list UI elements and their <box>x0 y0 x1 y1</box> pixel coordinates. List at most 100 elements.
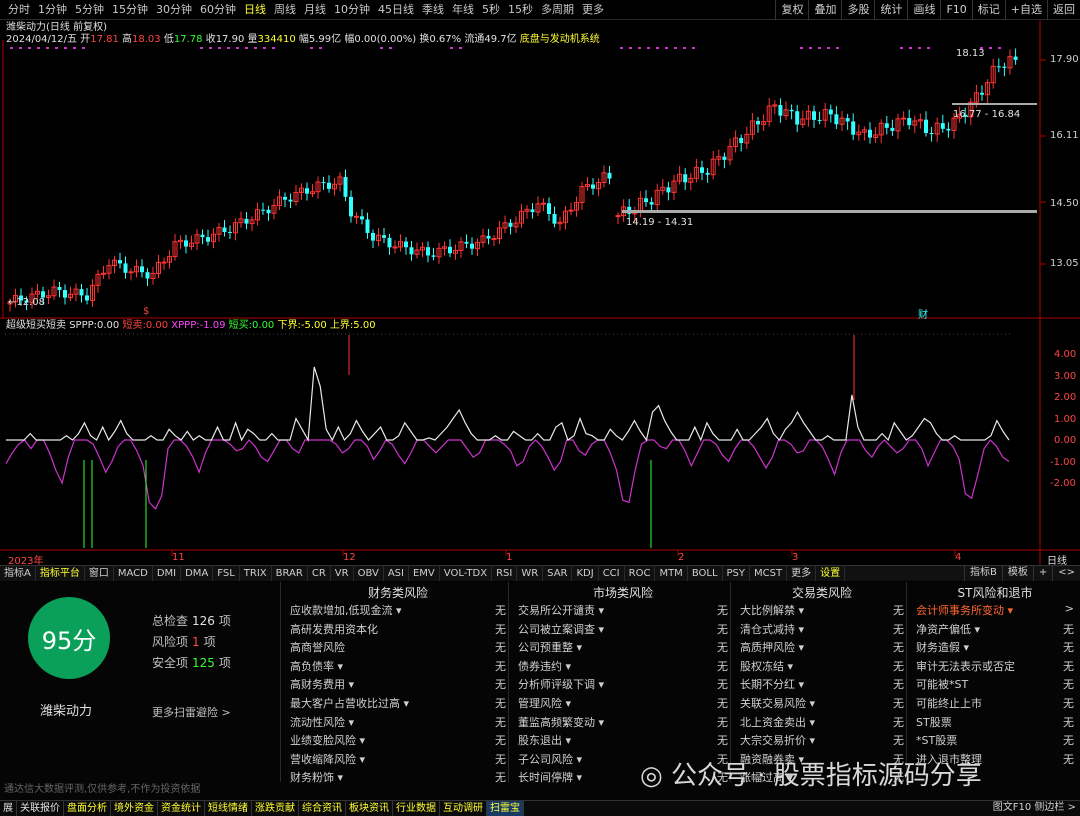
indicator-tab[interactable]: WR <box>517 566 544 581</box>
risk-item[interactable]: 清仓式减持 ▾ 无 <box>740 621 904 639</box>
toolbar-button[interactable]: 标记 <box>971 0 1005 20</box>
period-tab[interactable]: 5分钟 <box>71 0 108 20</box>
risk-item[interactable]: 高负债率 ▾ 无 <box>290 658 506 676</box>
toolbar-button[interactable]: 叠加 <box>808 0 841 20</box>
risk-item[interactable]: 财务造假 ▾ 无 <box>916 639 1074 657</box>
indicator-tab[interactable]: CCI <box>599 566 625 581</box>
risk-item[interactable]: 董监高频繁变动 ▾ 无 <box>518 714 728 732</box>
bottom-tab[interactable]: 行业数据 <box>393 801 440 816</box>
indicator-tab[interactable]: MACD <box>114 566 153 581</box>
risk-item[interactable]: 审计无法表示或否定 无 <box>916 658 1074 676</box>
indicator-tab[interactable]: ASI <box>384 566 409 581</box>
indicator-tab-right[interactable]: + <box>1032 565 1052 581</box>
toolbar-button[interactable]: 复权 <box>775 0 808 20</box>
bottom-tab[interactable]: 境外资金 <box>111 801 158 816</box>
period-tab[interactable]: 60分钟 <box>196 0 240 20</box>
bottom-right-info[interactable]: 图文F10 侧边栏 > <box>989 800 1080 816</box>
period-tab[interactable]: 分时 <box>4 0 34 20</box>
indicator-tab[interactable]: PSY <box>723 566 751 581</box>
risk-item[interactable]: 应收款增加,低现金流 ▾ 无 <box>290 602 506 620</box>
toolbar-button[interactable]: 统计 <box>874 0 907 20</box>
indicator-tab[interactable]: VOL-TDX <box>440 566 493 581</box>
risk-item[interactable]: ST股票 无 <box>916 714 1074 732</box>
period-tab[interactable]: 周线 <box>270 0 300 20</box>
event-marker[interactable]: 财 <box>918 306 928 321</box>
indicator-tab[interactable]: 更多 <box>787 566 817 581</box>
indicator-tab[interactable]: 指标平台 <box>36 566 85 581</box>
sector-label[interactable]: 底盘与发动机系统 <box>520 34 600 45</box>
bottom-tab[interactable]: 互动调研 <box>440 801 487 816</box>
risk-item[interactable]: 高质押风险 ▾ 无 <box>740 639 904 657</box>
indicator-tab[interactable]: BRAR <box>272 566 308 581</box>
indicator-tab[interactable]: VR <box>331 566 354 581</box>
period-tab[interactable]: 日线 <box>240 0 270 20</box>
indicator-name[interactable]: 超级短买短卖 <box>6 320 66 331</box>
indicator-tab[interactable]: KDJ <box>572 566 599 581</box>
risk-item[interactable]: 关联交易风险 ▾ 无 <box>740 695 904 713</box>
toolbar-button[interactable]: 多股 <box>841 0 874 20</box>
period-tab[interactable]: 15秒 <box>504 0 537 20</box>
risk-item[interactable]: 公司预重整 ▾ 无 <box>518 639 728 657</box>
risk-item[interactable]: 流动性风险 ▾ 无 <box>290 714 506 732</box>
indicator-tab-right[interactable]: 模板 <box>1001 565 1033 581</box>
risk-item[interactable]: 分析师评级下调 ▾ 无 <box>518 676 728 694</box>
risk-item[interactable]: 可能被*ST 无 <box>916 676 1074 694</box>
risk-item[interactable]: 管理风险 ▾ 无 <box>518 695 728 713</box>
period-tab[interactable]: 45日线 <box>374 0 418 20</box>
bottom-tab[interactable]: 展 <box>0 801 17 816</box>
risk-item[interactable]: 高研发费用资本化 无 <box>290 621 506 639</box>
risk-item[interactable]: 股东退出 ▾ 无 <box>518 732 728 750</box>
period-tab[interactable]: 季线 <box>418 0 448 20</box>
period-tab[interactable]: 1分钟 <box>34 0 71 20</box>
risk-item[interactable]: *ST股票 无 <box>916 732 1074 750</box>
bottom-tab[interactable]: 盘面分析 <box>64 801 111 816</box>
period-tab[interactable]: 15分钟 <box>108 0 152 20</box>
indicator-tab-right[interactable]: <> <box>1052 565 1080 581</box>
bottom-tab[interactable]: 资金统计 <box>158 801 205 816</box>
indicator-tab[interactable]: 设置 <box>816 566 846 581</box>
indicator-tab[interactable]: SAR <box>543 566 573 581</box>
risk-item[interactable]: 最大客户占营收比过高 ▾ 无 <box>290 695 506 713</box>
indicator-tab[interactable]: FSL <box>213 566 240 581</box>
period-tab[interactable]: 30分钟 <box>152 0 196 20</box>
risk-item[interactable]: 交易所公开谴责 ▾ 无 <box>518 602 728 620</box>
risk-item[interactable]: 大比例解禁 ▾ 无 <box>740 602 904 620</box>
bottom-tab[interactable]: 扫雷宝 <box>487 801 524 816</box>
bottom-tab[interactable]: 综合资讯 <box>299 801 346 816</box>
bottom-tab[interactable]: 涨跌贡献 <box>252 801 299 816</box>
risk-item[interactable]: 高商誉风险 无 <box>290 639 506 657</box>
more-scan-link[interactable]: 更多扫雷避险 > <box>152 704 231 720</box>
period-tab[interactable]: 月线 <box>300 0 330 20</box>
risk-item[interactable]: 财务粉饰 ▾ 无 <box>290 769 506 787</box>
bottom-tab[interactable]: 短线情绪 <box>205 801 252 816</box>
risk-item[interactable]: 营收缩降风险 ▾ 无 <box>290 751 506 769</box>
risk-item[interactable]: 股权冻结 ▾ 无 <box>740 658 904 676</box>
risk-item[interactable]: 高财务费用 ▾ 无 <box>290 676 506 694</box>
risk-item[interactable]: 北上资金卖出 ▾ 无 <box>740 714 904 732</box>
risk-item[interactable]: 大宗交易折价 ▾ 无 <box>740 732 904 750</box>
risk-item[interactable]: 长期不分红 ▾ 无 <box>740 676 904 694</box>
indicator-tab[interactable]: ROC <box>625 566 656 581</box>
indicator-tab[interactable]: TRIX <box>240 566 272 581</box>
risk-item[interactable]: 可能终止上市 无 <box>916 695 1074 713</box>
indicator-tab[interactable]: OBV <box>354 566 384 581</box>
indicator-tab[interactable]: 指标A <box>0 566 36 581</box>
bottom-tab[interactable]: 板块资讯 <box>346 801 393 816</box>
indicator-tab[interactable]: CR <box>308 566 331 581</box>
chart-canvas[interactable] <box>0 20 1080 565</box>
period-tab[interactable]: 更多 <box>578 0 608 20</box>
risk-item[interactable]: 债券违约 ▾ 无 <box>518 658 728 676</box>
indicator-tab[interactable]: DMA <box>181 566 214 581</box>
risk-item[interactable]: 会计师事务所变动 ▾ > <box>916 602 1074 620</box>
bottom-tab[interactable]: 关联报价 <box>17 801 64 816</box>
chart-area[interactable] <box>0 20 1080 565</box>
indicator-tab[interactable]: DMI <box>153 566 182 581</box>
period-tab[interactable]: 年线 <box>448 0 478 20</box>
toolbar-button[interactable]: 画线 <box>907 0 940 20</box>
indicator-tab-right[interactable]: 指标B <box>963 565 1002 581</box>
indicator-tab[interactable]: 窗口 <box>85 566 114 581</box>
period-tab[interactable]: 多周期 <box>537 0 578 20</box>
risk-item[interactable]: 业绩变脸风险 ▾ 无 <box>290 732 506 750</box>
indicator-tab[interactable]: EMV <box>409 566 440 581</box>
indicator-tab[interactable]: MTM <box>655 566 688 581</box>
